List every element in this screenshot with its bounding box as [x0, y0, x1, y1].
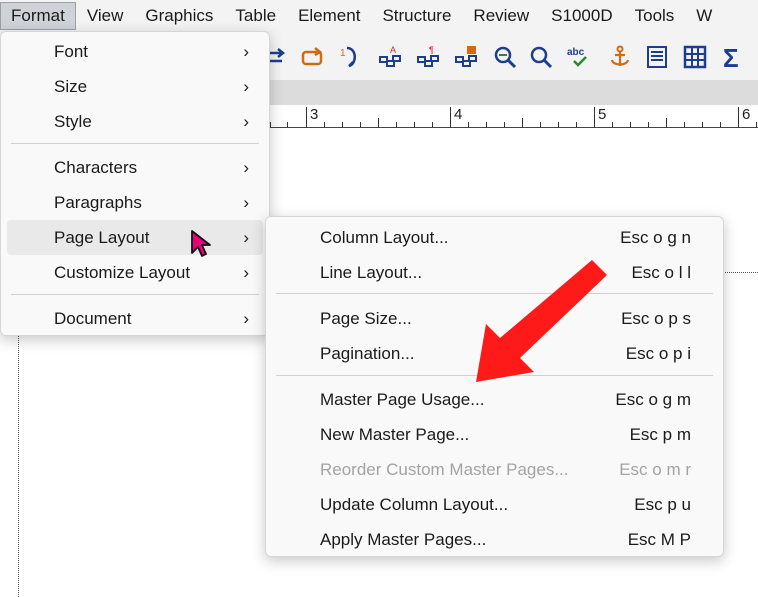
menu-item-label: Customize Layout: [54, 263, 191, 282]
menu-format[interactable]: Format: [0, 2, 76, 30]
menu-item-document[interactable]: Document ›: [7, 301, 263, 336]
menu-s1000d[interactable]: S1000D: [540, 2, 623, 30]
menu-item-label: Page Size...: [320, 309, 412, 328]
menu-item-label: Characters: [54, 158, 138, 177]
spell-check-icon[interactable]: abc: [564, 42, 594, 72]
ruler-number: 4: [454, 106, 463, 123]
menu-item-shortcut: Esc o l l: [631, 263, 691, 282]
spell-check-text: abc: [567, 47, 585, 58]
menu-item-shortcut: Esc o p s: [621, 309, 691, 328]
menu-item-shortcut: Esc M P: [627, 530, 691, 549]
menu-window[interactable]: W: [685, 2, 723, 30]
menu-item-new-master-page[interactable]: New Master Page... Esc p m: [272, 417, 717, 452]
ruler-number: 6: [742, 106, 751, 123]
ruler-number: 5: [598, 106, 607, 123]
menu-item-customize-layout[interactable]: Customize Layout ›: [7, 255, 263, 290]
chevron-right-icon: ›: [243, 42, 249, 61]
menu-item-characters[interactable]: Characters ›: [7, 150, 263, 185]
menu-item-label: Column Layout...: [320, 228, 449, 247]
style-a-icon[interactable]: A: [375, 42, 405, 72]
menu-item-label: Line Layout...: [320, 263, 423, 282]
ruler-number: 3: [310, 106, 319, 123]
style-paragraph-icon[interactable]: ¶: [413, 42, 443, 72]
menu-item-label: Size: [54, 77, 88, 96]
zoom-search-icon[interactable]: [490, 42, 520, 72]
menu-view[interactable]: View: [76, 2, 135, 30]
menu-item-font[interactable]: Font ›: [7, 34, 263, 69]
annotation-arrow-icon: [476, 260, 607, 382]
chevron-right-icon: ›: [243, 193, 249, 212]
svg-text:¶: ¶: [429, 45, 434, 55]
chevron-right-icon: ›: [243, 263, 249, 282]
menu-item-label: Reorder Custom Master Pages...: [320, 460, 569, 479]
menu-item-label: Update Column Layout...: [320, 495, 509, 514]
mouse-cursor-icon: [191, 230, 211, 257]
menu-separator: [11, 143, 259, 144]
menu-item-label: Page Layout: [54, 228, 150, 247]
sigma-text: Σ: [723, 44, 739, 70]
chevron-right-icon: ›: [243, 158, 249, 177]
menu-item-label: Apply Master Pages...: [320, 530, 487, 549]
menu-item-shortcut: Esc o g n: [620, 228, 691, 247]
svg-text:1: 1: [340, 48, 346, 59]
text-frame-icon[interactable]: [642, 42, 672, 72]
menu-item-shortcut: Esc p m: [629, 425, 691, 444]
menu-item-size[interactable]: Size ›: [7, 69, 263, 104]
menu-graphics[interactable]: Graphics: [134, 2, 224, 30]
menu-element[interactable]: Element: [287, 2, 371, 30]
menu-item-label: Document: [54, 309, 132, 328]
menu-item-update-column-layout[interactable]: Update Column Layout... Esc p u: [272, 487, 717, 522]
style-table-icon[interactable]: [451, 42, 481, 72]
chevron-right-icon: ›: [243, 309, 249, 328]
chevron-right-icon: ›: [243, 228, 249, 247]
text-line-guide: [720, 272, 758, 273]
clear-arrow-icon[interactable]: 1: [335, 42, 365, 72]
chevron-right-icon: ›: [243, 77, 249, 96]
find-icon[interactable]: [526, 42, 556, 72]
rotate-arrow-icon[interactable]: [297, 42, 327, 72]
menu-item-paragraphs[interactable]: Paragraphs ›: [7, 185, 263, 220]
table-grid-icon[interactable]: [680, 42, 710, 72]
svg-text:A: A: [390, 45, 396, 55]
page-margin-guide: [18, 330, 19, 597]
menu-item-label: Style: [54, 112, 92, 131]
menu-bar: Format View Graphics Table Element Struc…: [0, 0, 758, 32]
menu-tools[interactable]: Tools: [624, 2, 686, 30]
menu-item-label: Pagination...: [320, 344, 415, 363]
menu-review[interactable]: Review: [462, 2, 540, 30]
menu-item-label: Font: [54, 42, 89, 61]
menu-item-reorder-custom-master-pages: Reorder Custom Master Pages... Esc o m r: [272, 452, 717, 487]
menu-item-shortcut: Esc o p i: [625, 344, 691, 363]
menu-item-page-layout[interactable]: Page Layout ›: [7, 220, 263, 255]
anchor-icon[interactable]: [605, 42, 635, 72]
menu-item-apply-master-pages[interactable]: Apply Master Pages... Esc M P: [272, 522, 717, 557]
menu-separator: [11, 294, 259, 295]
menu-table[interactable]: Table: [224, 2, 287, 30]
menu-item-label: Master Page Usage...: [320, 390, 485, 409]
menu-item-style[interactable]: Style ›: [7, 104, 263, 139]
menu-item-label: Paragraphs: [54, 193, 142, 212]
menu-item-shortcut: Esc o g m: [615, 390, 691, 409]
menu-item-shortcut: Esc o m r: [619, 460, 691, 479]
menu-item-shortcut: Esc p u: [634, 495, 691, 514]
chevron-right-icon: ›: [243, 112, 249, 131]
menu-item-label: New Master Page...: [320, 425, 470, 444]
sigma-icon[interactable]: Σ: [718, 42, 748, 72]
format-menu: Font › Size › Style › Characters › Parag…: [0, 31, 270, 336]
menu-structure[interactable]: Structure: [371, 2, 462, 30]
